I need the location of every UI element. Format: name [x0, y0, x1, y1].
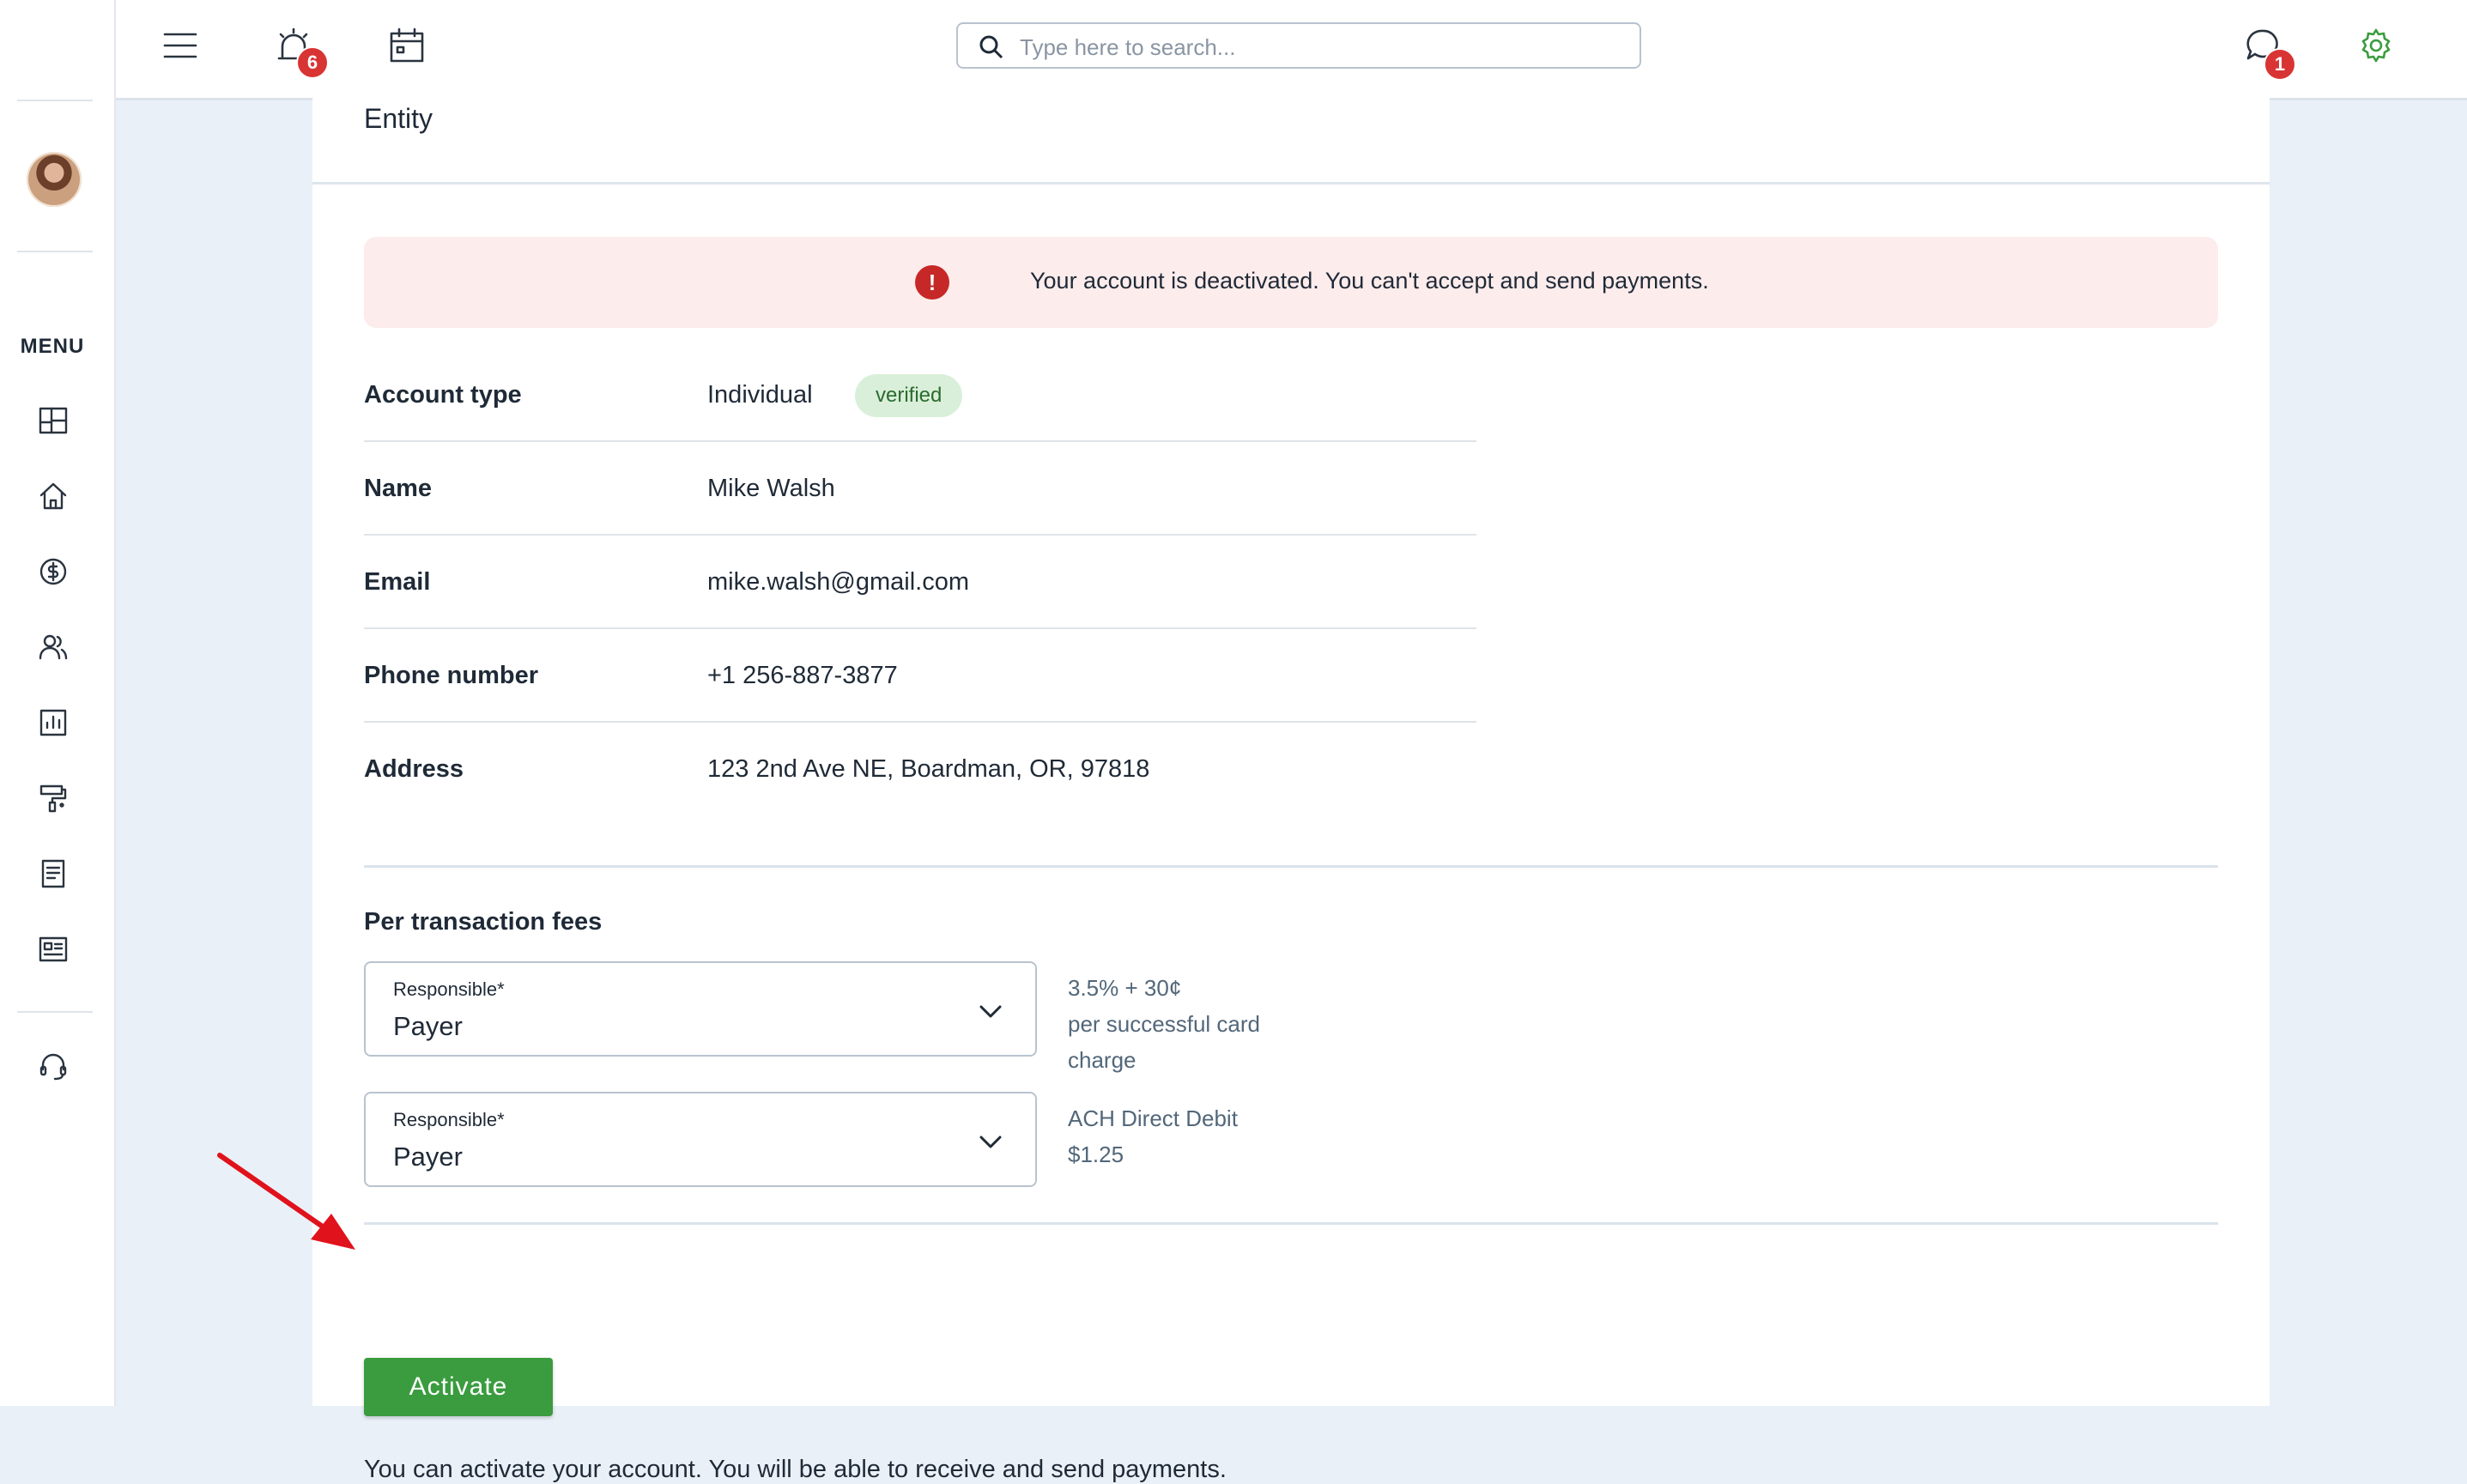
email-row: Email mike.walsh@gmail.com [364, 536, 1476, 629]
card-fee-desc-2: charge [1068, 1047, 1137, 1073]
settings-gear-icon[interactable] [2353, 22, 2399, 69]
hamburger-menu-icon[interactable] [157, 22, 203, 69]
address-label: Address [364, 755, 464, 783]
search-input[interactable] [1018, 31, 1622, 64]
avatar[interactable] [27, 152, 82, 207]
sidebar-divider [17, 100, 93, 101]
ach-fee-note: ACH Direct Debit $1.25 [1068, 1100, 1238, 1172]
reports-icon[interactable] [34, 704, 72, 742]
address-row: Address 123 2nd Ave NE, Boardman, OR, 97… [364, 723, 1476, 816]
error-icon: ! [915, 265, 949, 300]
users-icon[interactable] [34, 628, 72, 666]
activate-button[interactable]: Activate [364, 1358, 553, 1416]
account-type-label: Account type [364, 381, 522, 409]
home-icon[interactable] [34, 477, 72, 515]
alert-text: Your account is deactivated. You can't a… [1030, 268, 1709, 294]
sidebar-divider [17, 1011, 93, 1013]
account-type-value: Individual [707, 381, 813, 409]
sidebar-divider [17, 251, 93, 252]
ach-fee-title: ACH Direct Debit [1068, 1105, 1238, 1131]
chevron-down-icon [979, 1136, 1002, 1148]
account-type-row: Account type Individual verified [364, 348, 1476, 442]
email-value: mike.walsh@gmail.com [707, 568, 970, 596]
activate-note: You can activate your account. You will … [364, 1456, 1227, 1483]
section-divider [364, 1222, 2218, 1225]
calendar-icon[interactable] [384, 22, 430, 69]
phone-row: Phone number +1 256-887-3877 [364, 629, 1476, 723]
alarm-notifications-icon[interactable]: 6 [270, 22, 329, 79]
ach-fee-amount: $1.25 [1068, 1142, 1124, 1167]
select-value: Payer [393, 1011, 463, 1041]
card-fee-note: 3.5% + 30¢ per successful card charge [1068, 970, 1260, 1078]
topbar: 6 1 [116, 0, 2467, 100]
name-row: Name Mike Walsh [364, 442, 1476, 536]
dashboard-icon[interactable] [34, 402, 72, 439]
select-label: Responsible* [393, 1109, 505, 1130]
name-value: Mike Walsh [707, 475, 835, 502]
address-value: 123 2nd Ave NE, Boardman, OR, 97818 [707, 755, 1150, 783]
fees-title: Per transaction fees [364, 908, 603, 936]
ach-fee-responsible-select[interactable]: Responsible* Payer [364, 1092, 1037, 1187]
chevron-down-icon [979, 1005, 1002, 1018]
news-icon[interactable] [34, 930, 72, 968]
dollar-icon[interactable] [34, 553, 72, 591]
phone-label: Phone number [364, 662, 539, 689]
notifications-badge: 6 [296, 46, 329, 79]
menu-label: MENU [20, 335, 85, 358]
verified-badge: verified [855, 374, 963, 417]
select-value: Payer [393, 1142, 463, 1172]
chat-messages-icon[interactable]: 1 [2240, 22, 2296, 81]
search-bar[interactable] [956, 22, 1641, 69]
card-fee-responsible-select[interactable]: Responsible* Payer [364, 961, 1037, 1057]
search-icon [979, 35, 1003, 59]
support-headset-icon[interactable] [34, 1047, 72, 1085]
select-label: Responsible* [393, 978, 505, 1000]
sidebar: MENU [0, 0, 116, 1406]
phone-value: +1 256-887-3877 [707, 662, 898, 689]
entity-card: Entity ! Your account is deactivated. Yo… [312, 98, 2270, 1483]
page-title: Entity [364, 103, 433, 134]
card-fee-rate: 3.5% + 30¢ [1068, 975, 1182, 1001]
card-fee-desc: per successful card [1068, 1011, 1260, 1037]
section-divider [364, 865, 2218, 868]
paint-roller-icon[interactable] [34, 779, 72, 817]
annotation-arrow-icon [217, 1153, 355, 1250]
messages-badge: 1 [2264, 48, 2296, 81]
deactivated-alert: ! Your account is deactivated. You can't… [364, 237, 2218, 328]
name-label: Name [364, 475, 432, 502]
card-divider [312, 182, 2270, 185]
document-icon[interactable] [34, 855, 72, 893]
email-label: Email [364, 568, 431, 596]
